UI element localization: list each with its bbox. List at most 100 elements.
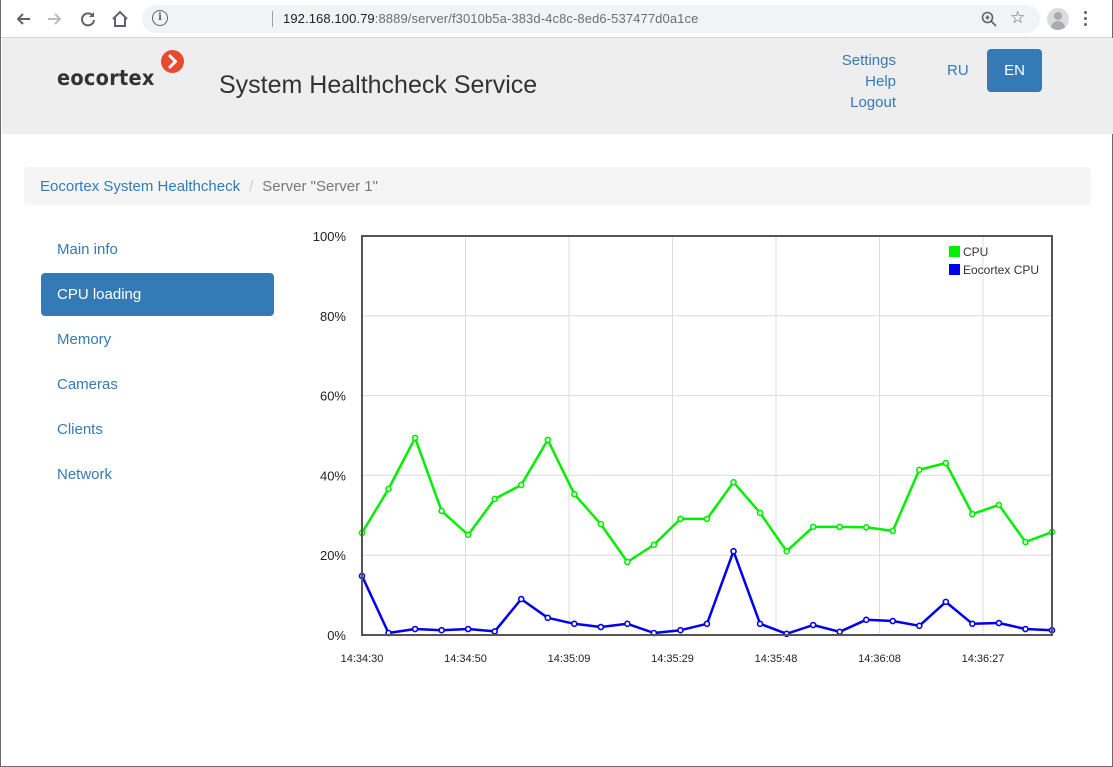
data-point <box>703 620 711 628</box>
data-point <box>942 459 950 467</box>
eocortex-logo[interactable]: eocortex <box>55 50 195 90</box>
data-point <box>571 490 578 498</box>
breadcrumb-divider: / <box>249 178 254 195</box>
data-point <box>464 625 472 633</box>
data-point <box>995 501 1003 509</box>
data-point <box>730 547 737 555</box>
y-tick-label: 40% <box>320 468 346 483</box>
zoom-icon[interactable] <box>980 10 998 28</box>
y-tick-label: 100% <box>313 229 347 244</box>
data-point <box>756 620 764 628</box>
legend-label: Eocortex CPU <box>963 263 1039 277</box>
cpu-chart-svg: 0% 20% 40% 60% 80% 100% 14:34:30 14:34:50 14:35… <box>313 229 1056 665</box>
data-point <box>411 625 419 633</box>
star-icon[interactable]: ☆ <box>1010 8 1025 28</box>
address-separator <box>272 11 273 27</box>
data-point <box>1022 625 1029 633</box>
legend-swatch <box>949 264 960 275</box>
legend-label: CPU <box>963 245 988 259</box>
data-point <box>809 523 817 531</box>
x-axis-ticks: 14:34:30 14:34:50 14:35:09 14:35:29 14:35:48… <box>341 653 1005 665</box>
data-point <box>862 523 870 531</box>
data-point <box>942 598 950 606</box>
data-point <box>1022 538 1029 546</box>
menu-icon[interactable] <box>1084 11 1088 27</box>
legend-swatch <box>949 246 960 257</box>
settings-link[interactable]: Settings <box>842 50 896 71</box>
address-bar[interactable]: i 192.168.100.79:8889/server/f3010b5a-38… <box>142 5 1040 33</box>
y-axis-ticks: 0% 20% 40% 60% 80% 100% <box>313 229 347 643</box>
browser-window: i 192.168.100.79:8889/server/f3010b5a-38… <box>0 0 1113 767</box>
y-tick-label: 0% <box>327 628 346 643</box>
x-tick-label: 14:34:30 <box>341 653 384 665</box>
chart-legend: CPU Eocortex CPU <box>949 245 1039 277</box>
data-point <box>730 478 737 486</box>
logout-link[interactable]: Logout <box>842 92 896 113</box>
data-point <box>889 617 897 625</box>
data-point <box>438 507 445 515</box>
data-point <box>438 626 445 634</box>
forward-icon[interactable] <box>43 7 67 31</box>
data-point <box>571 620 578 628</box>
data-point <box>650 541 658 549</box>
x-tick-label: 14:35:09 <box>548 653 591 665</box>
data-point <box>862 616 870 624</box>
x-tick-label: 14:34:50 <box>444 653 487 665</box>
data-point <box>624 620 631 628</box>
logo-chevron-icon <box>161 50 184 73</box>
chart-grid <box>362 235 1052 636</box>
data-point <box>491 628 498 635</box>
chart-series <box>358 434 1056 638</box>
browser-toolbar: i 192.168.100.79:8889/server/f3010b5a-38… <box>1 0 1112 38</box>
data-point <box>624 558 631 566</box>
sidebar-item-memory[interactable]: Memory <box>41 318 274 361</box>
data-point <box>756 509 764 517</box>
url-path: :8889/server/f3010b5a-383d-4c8c-8ed6-537… <box>374 11 699 26</box>
data-point <box>677 626 684 634</box>
breadcrumb-root-link[interactable]: Eocortex System Healthcheck <box>40 178 240 195</box>
sidebar-item-cameras[interactable]: Cameras <box>41 363 274 406</box>
data-point <box>969 620 976 628</box>
data-point <box>889 527 897 535</box>
x-tick-label: 14:36:27 <box>962 653 1005 665</box>
breadcrumb: Eocortex System Healthcheck / Server "Serv… <box>24 167 1091 205</box>
back-icon[interactable] <box>11 7 35 31</box>
data-point <box>916 622 923 630</box>
sidebar-item-cpu-loading[interactable]: CPU loading <box>41 273 274 316</box>
sidebar-item-main-info[interactable]: Main info <box>41 228 274 271</box>
info-icon[interactable]: i <box>152 10 168 26</box>
data-point <box>836 523 843 531</box>
data-point <box>517 595 525 603</box>
sidebar-item-clients[interactable]: Clients <box>41 408 274 451</box>
sidebar-nav: Main info CPU loading Memory Cameras Cli… <box>41 228 274 498</box>
data-point <box>544 436 552 444</box>
profile-icon[interactable] <box>1047 8 1069 30</box>
data-point <box>464 531 472 539</box>
data-point <box>809 621 817 629</box>
reload-icon[interactable] <box>76 7 100 31</box>
y-tick-label: 60% <box>320 389 346 404</box>
help-link[interactable]: Help <box>842 71 896 92</box>
lang-ru-button[interactable]: RU <box>947 62 969 79</box>
data-point <box>517 481 525 489</box>
data-point <box>703 515 711 523</box>
home-icon[interactable] <box>108 7 132 31</box>
data-point <box>597 520 605 528</box>
sidebar-item-network[interactable]: Network <box>41 453 274 496</box>
series-eocortex-cpu <box>358 547 1056 638</box>
breadcrumb-current: Server "Server 1" <box>262 178 378 195</box>
data-point <box>385 485 392 493</box>
url-text[interactable]: 192.168.100.79:8889/server/f3010b5a-383d… <box>283 11 698 26</box>
x-tick-label: 14:35:48 <box>755 653 798 665</box>
y-tick-label: 80% <box>320 309 346 324</box>
data-point <box>597 623 605 631</box>
x-tick-label: 14:35:29 <box>651 653 694 665</box>
x-tick-label: 14:36:08 <box>858 653 901 665</box>
data-point <box>995 619 1003 627</box>
data-point <box>491 495 498 503</box>
cpu-chart: 0% 20% 40% 60% 80% 100% 14:34:30 14:34:50 14:35… <box>291 222 1081 682</box>
data-point <box>783 547 790 555</box>
page-title: System Healthcheck Service <box>219 71 538 99</box>
url-host: 192.168.100.79 <box>283 11 375 26</box>
lang-en-button[interactable]: EN <box>987 49 1042 92</box>
